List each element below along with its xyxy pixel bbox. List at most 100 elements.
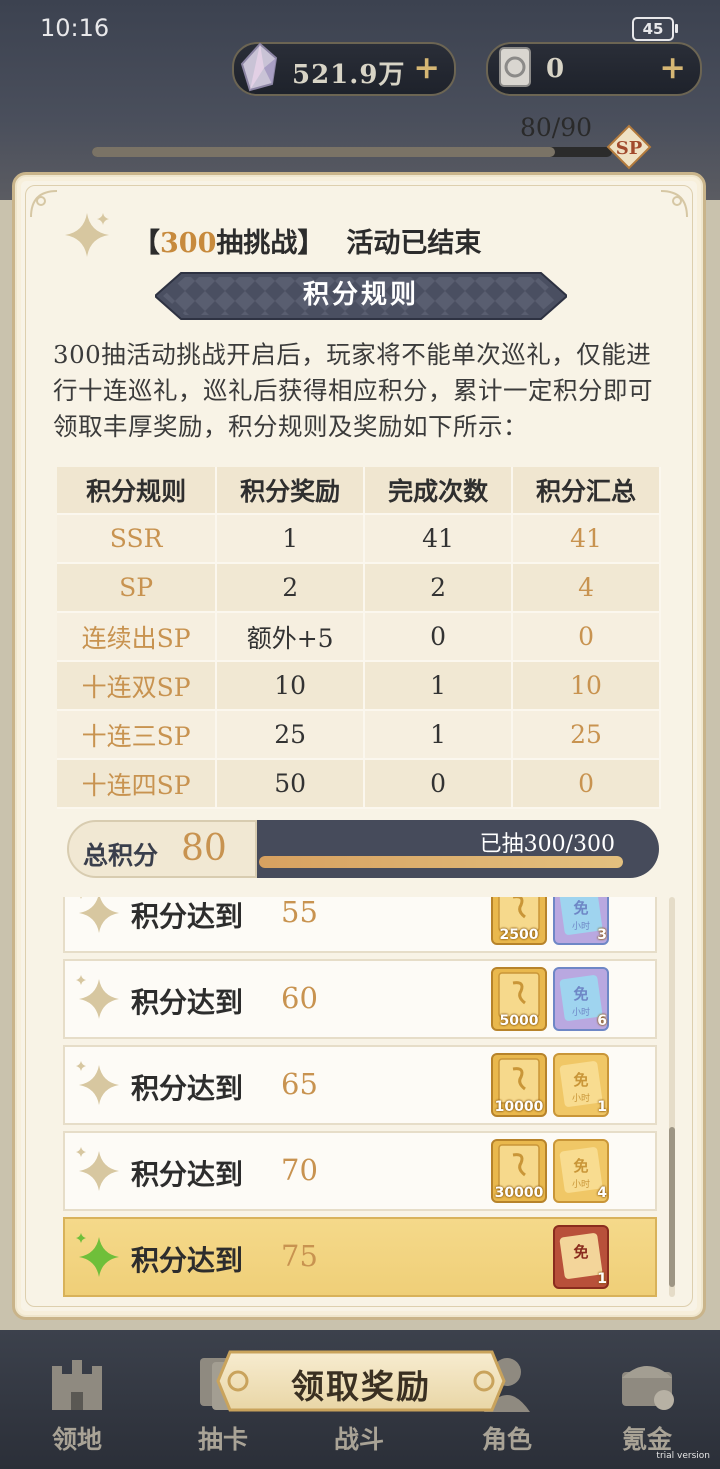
table-cell: 25	[216, 710, 366, 760]
pass-ticket-item[interactable]: 免小时 3	[553, 897, 609, 945]
table-cell: 10	[216, 661, 366, 711]
scroll-amount: 0	[546, 54, 566, 84]
table-header: 积分汇总	[512, 467, 661, 515]
modal-title: 【300抽挑战】 活动已结束	[133, 221, 481, 260]
ticket-count: 3	[597, 927, 607, 943]
pass-ticket-item[interactable]: 免小时 6	[553, 967, 609, 1031]
gold-ticket-item[interactable]: 2500	[491, 897, 547, 945]
table-cell: 0	[364, 612, 514, 662]
watermark: trial version	[656, 1451, 710, 1461]
table-cell: 10	[512, 661, 661, 711]
reward-row[interactable]: 积分达到 70 30000 免小时 4	[63, 1131, 657, 1211]
reward-list[interactable]: 积分达到 55 2500 免小时 3 积分达到 60 5000 免小时 6 积分达到 65 10000 免…	[63, 897, 663, 1305]
crystal-currency[interactable]: 521.9万 +	[232, 42, 456, 96]
table-cell: 0	[512, 612, 661, 662]
pass-ticket-item[interactable]: 免小时 4	[553, 1139, 609, 1203]
table-cell: 25	[512, 710, 661, 760]
title-status: 活动已结束	[346, 228, 482, 259]
gold-ticket-item[interactable]: 30000	[491, 1139, 547, 1203]
scrollbar-thumb[interactable]	[669, 1127, 675, 1287]
table-cell: 2	[364, 563, 514, 613]
table-row: SSR 1 41 41	[57, 514, 661, 564]
table-header: 积分规则	[57, 467, 218, 515]
table-row: 十连四SP 50 0 0	[57, 759, 661, 809]
sparkle-icon	[79, 897, 119, 933]
table-row: 十连双SP 10 1 10	[57, 661, 661, 711]
score-rules-table: 积分规则 积分奖励 完成次数 积分汇总 SSR 1 41 41 SP 2 2 4 连续出SP 额外…	[57, 467, 661, 809]
reward-list-scrollbar[interactable]	[669, 897, 675, 1297]
ticket-count: 6	[597, 1013, 607, 1029]
table-header: 完成次数	[364, 467, 514, 515]
sparkle-icon	[76, 1061, 119, 1105]
pass-ticket-item[interactable]: 免小时 1	[553, 1053, 609, 1117]
reward-threshold-value: 75	[281, 1239, 318, 1273]
table-cell: 0	[512, 759, 661, 809]
reward-threshold-label: 积分达到	[131, 900, 244, 933]
table-cell: 十连双SP	[57, 661, 218, 711]
table-cell: 1	[216, 514, 366, 564]
total-score-bar: 已抽300/300 总积分 80	[67, 820, 659, 878]
total-score-panel: 总积分 80	[67, 820, 257, 878]
status-time: 10:16	[40, 14, 110, 42]
draw-count-label: 已抽300/300	[479, 832, 615, 857]
challenge-modal: 【300抽挑战】 活动已结束 积分规则 300抽活动挑战开启后，玩家将不能单次巡礼…	[12, 172, 706, 1320]
reward-threshold-value: 70	[281, 1153, 318, 1187]
table-cell: 十连三SP	[57, 710, 218, 760]
reward-row[interactable]: 积分达到 65 10000 免小时 1	[63, 1045, 657, 1125]
rules-banner: 积分规则	[155, 271, 567, 321]
ticket-amount: 5000	[499, 1013, 539, 1029]
gold-ticket-item[interactable]: 10000	[491, 1053, 547, 1117]
treasure-chest-icon	[622, 1366, 674, 1410]
add-crystal-button[interactable]: +	[413, 48, 440, 86]
reward-threshold-value: 55	[281, 897, 318, 929]
draw-progress-track	[259, 856, 623, 868]
nav-shop[interactable]: 氪金	[592, 1330, 702, 1469]
rules-banner-title: 积分规则	[302, 280, 419, 310]
pity-progress-fill	[92, 147, 555, 157]
ticket-amount: 2500	[499, 927, 539, 943]
table-cell: 1	[364, 661, 514, 711]
castle-icon	[52, 1360, 102, 1410]
pity-progress-label: 80/90	[520, 113, 593, 142]
reward-row[interactable]: 积分达到 55 2500 免小时 3	[63, 897, 657, 953]
ticket-count: 1	[597, 1271, 607, 1287]
gold-ticket-item[interactable]: 5000	[491, 967, 547, 1031]
nav-battle-label: 战斗	[333, 1425, 384, 1454]
nav-character-label: 角色	[481, 1425, 532, 1454]
reward-threshold-label: 积分达到	[131, 1158, 244, 1191]
crystal-icon	[240, 42, 278, 92]
scroll-currency[interactable]: 0 +	[486, 42, 702, 96]
sparkle-icon	[76, 1233, 119, 1277]
table-cell: 额外+5	[216, 612, 366, 662]
sp-badge-icon: SP	[606, 124, 652, 170]
table-cell: 50	[216, 759, 366, 809]
sparkle-icon	[65, 213, 109, 257]
ticket-amount: 10000	[494, 1099, 544, 1115]
ticket-count: 4	[597, 1185, 607, 1201]
add-scroll-button[interactable]: +	[659, 48, 686, 86]
claim-reward-button[interactable]: 领取奖励	[216, 1348, 506, 1414]
table-cell: 41	[512, 514, 661, 564]
table-header-row: 积分规则 积分奖励 完成次数 积分汇总	[57, 467, 661, 515]
battery-icon: 45	[632, 17, 678, 41]
sparkle-icon	[76, 1147, 119, 1191]
nav-territory[interactable]: 领地	[22, 1330, 132, 1469]
reward-row[interactable]: 积分达到 75 免 1	[63, 1217, 657, 1297]
reward-threshold-value: 65	[281, 1067, 318, 1101]
nav-gacha-label: 抽卡	[197, 1425, 248, 1454]
reward-threshold-value: 60	[281, 981, 318, 1015]
ticket-count: 1	[597, 1099, 607, 1115]
table-cell: 0	[364, 759, 514, 809]
reward-threshold-label: 积分达到	[131, 1072, 244, 1105]
total-score-value: 80	[181, 828, 227, 869]
table-cell: 十连四SP	[57, 759, 218, 809]
scroll-ticket-icon	[499, 47, 531, 87]
sparkle-icon	[76, 975, 119, 1019]
svg-text:免: 免	[573, 1243, 588, 1261]
table-cell: 41	[364, 514, 514, 564]
table-cell: SSR	[57, 514, 218, 564]
title-main: 抽挑战】	[216, 228, 325, 259]
table-row: 连续出SP 额外+5 0 0	[57, 612, 661, 662]
pass-ticket-item[interactable]: 免1	[553, 1225, 609, 1289]
reward-row[interactable]: 积分达到 60 5000 免小时 6	[63, 959, 657, 1039]
